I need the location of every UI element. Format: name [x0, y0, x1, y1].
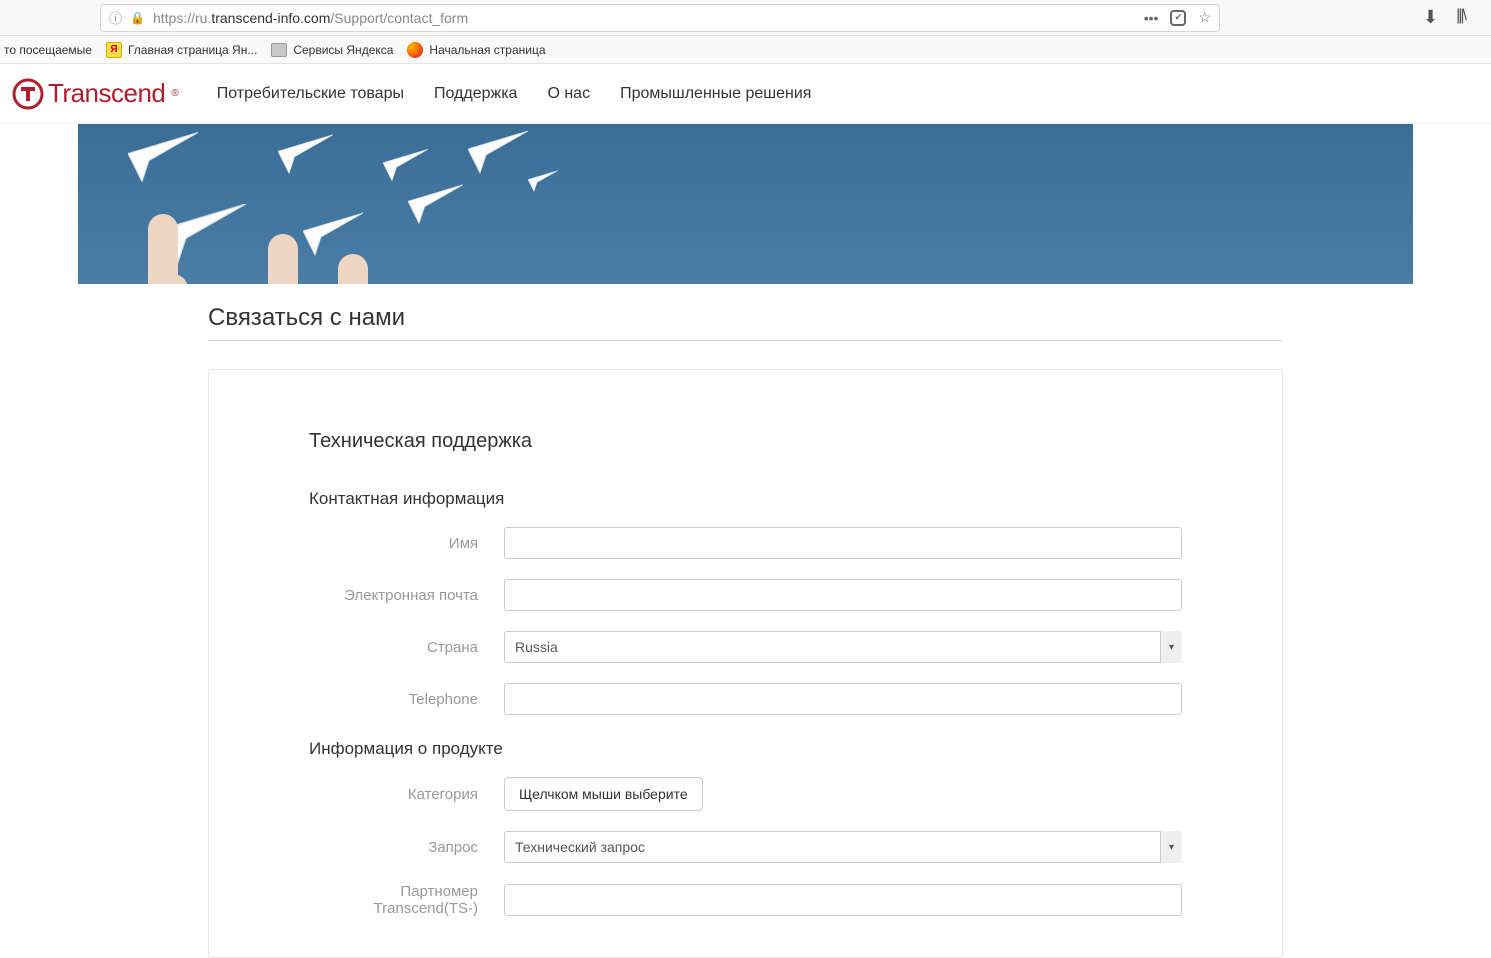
paper-plane-icon: [408, 184, 463, 224]
bookmark-star-icon[interactable]: ☆: [1198, 9, 1211, 26]
contact-form-card: Техническая поддержка Контактная информа…: [208, 369, 1283, 958]
bookmark-start-page[interactable]: Начальная страница: [407, 42, 545, 58]
paper-plane-icon: [383, 149, 428, 181]
logo-registered: ®: [171, 88, 178, 99]
row-name: Имя: [309, 527, 1182, 559]
row-inquiry: Запрос Технический запрос ▾: [309, 831, 1182, 863]
partnumber-label: Партномер Transcend(TS-): [309, 883, 504, 917]
email-input[interactable]: [504, 579, 1182, 611]
yandex-icon: Я: [106, 42, 122, 58]
download-icon[interactable]: ⬇: [1423, 7, 1438, 28]
product-info-heading: Информация о продукте: [309, 739, 1182, 759]
row-partnumber: Партномер Transcend(TS-): [309, 883, 1182, 917]
bookmark-label: Главная страница Ян...: [128, 43, 257, 57]
page-content: Связаться с нами Техническая поддержка К…: [208, 304, 1283, 958]
address-bar[interactable]: ⓘ 🔒 https://ru.transcend-info.com/Suppor…: [100, 4, 1220, 32]
brand-logo[interactable]: Transcend ®: [12, 78, 179, 110]
url-prefix: https://ru.: [153, 10, 211, 26]
inquiry-label: Запрос: [309, 839, 504, 856]
browser-address-row: ⓘ 🔒 https://ru.transcend-info.com/Suppor…: [0, 0, 1491, 36]
category-label: Категория: [309, 786, 504, 803]
url-text: https://ru.transcend-info.com/Support/co…: [153, 10, 1136, 26]
bookmark-label: то посещаемые: [4, 43, 92, 57]
paper-plane-icon: [278, 134, 333, 174]
url-host: transcend-info.com: [211, 10, 330, 26]
lock-icon: 🔒: [130, 11, 145, 25]
paper-plane-icon: [528, 170, 558, 192]
name-input[interactable]: [504, 527, 1182, 559]
row-category: Категория Щелчком мыши выберите: [309, 777, 1182, 811]
name-label: Имя: [309, 535, 504, 552]
row-telephone: Telephone: [309, 683, 1182, 715]
paper-plane-icon: [128, 132, 198, 182]
bookmark-label: Начальная страница: [429, 43, 545, 57]
bookmark-most-visited[interactable]: то посещаемые: [4, 43, 92, 57]
nav-industrial[interactable]: Промышленные решения: [620, 85, 811, 103]
category-picker-button[interactable]: Щелчком мыши выберите: [504, 777, 703, 811]
page-title: Связаться с нами: [208, 304, 1283, 332]
inquiry-select[interactable]: Технический запрос: [504, 831, 1182, 863]
form-heading: Техническая поддержка: [309, 430, 1182, 453]
row-country: Страна Russia ▾: [309, 631, 1182, 663]
email-label: Электронная почта: [309, 587, 504, 604]
partnumber-input[interactable]: [504, 884, 1182, 916]
paper-plane-icon: [303, 212, 363, 256]
row-email: Электронная почта: [309, 579, 1182, 611]
firefox-icon: [407, 42, 423, 58]
site-nav: Потребительские товары Поддержка О нас П…: [217, 85, 812, 103]
country-select[interactable]: Russia: [504, 631, 1182, 663]
paper-plane-icon: [468, 130, 528, 174]
logo-mark-icon: [12, 78, 44, 110]
bookmark-yandex-services[interactable]: Сервисы Яндекса: [271, 43, 393, 57]
hero-banner: [78, 124, 1413, 284]
pocket-icon[interactable]: ✔: [1170, 10, 1186, 26]
nav-about[interactable]: О нас: [547, 85, 590, 103]
nav-consumer[interactable]: Потребительские товары: [217, 85, 404, 103]
contact-info-heading: Контактная информация: [309, 489, 1182, 509]
bookmark-yandex-main[interactable]: Я Главная страница Ян...: [106, 42, 257, 58]
folder-icon: [271, 43, 287, 57]
logo-text: Transcend: [48, 78, 165, 109]
country-label: Страна: [309, 639, 504, 656]
bookmarks-toolbar: то посещаемые Я Главная страница Ян... С…: [0, 36, 1491, 64]
library-icon[interactable]: |||\: [1456, 7, 1465, 28]
bookmark-label: Сервисы Яндекса: [293, 43, 393, 57]
site-header: Transcend ® Потребительские товары Подде…: [0, 64, 1491, 124]
telephone-input[interactable]: [504, 683, 1182, 715]
info-icon: ⓘ: [109, 8, 122, 27]
more-icon[interactable]: •••: [1144, 10, 1159, 26]
title-separator: [208, 340, 1283, 341]
telephone-label: Telephone: [309, 691, 504, 708]
nav-support[interactable]: Поддержка: [434, 85, 517, 103]
url-path: /Support/contact_form: [330, 10, 468, 26]
